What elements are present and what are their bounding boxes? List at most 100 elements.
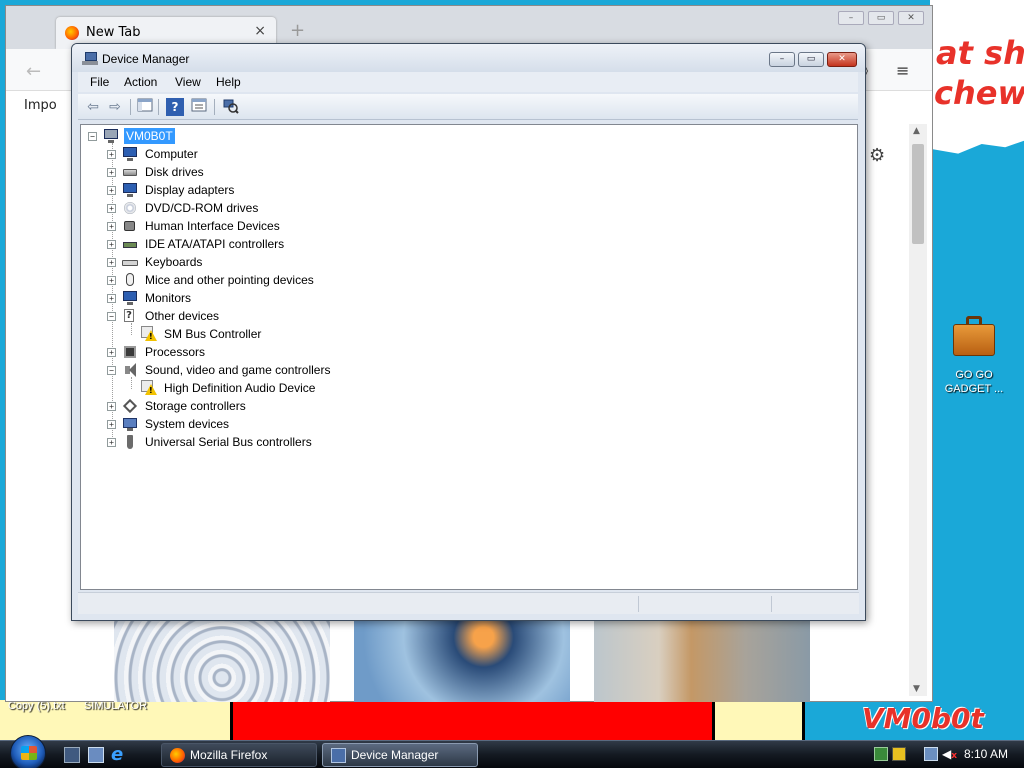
scroll-down-icon[interactable]: ▼: [913, 684, 920, 694]
device-tree[interactable]: − VM0B0T + Computer + Disk drives + Disp…: [80, 124, 858, 590]
maximize-button[interactable]: ▭: [798, 52, 824, 67]
expand-icon[interactable]: +: [107, 221, 116, 231]
taskbar: e Mozilla Firefox Device Manager ◀x 8:10…: [0, 735, 1024, 768]
scroll-up-icon[interactable]: ▲: [913, 126, 920, 136]
firefox-close-button[interactable]: ✕: [898, 11, 924, 25]
tree-item-hd-audio[interactable]: ! High Definition Audio Device: [141, 379, 317, 397]
expand-icon[interactable]: +: [107, 185, 116, 195]
tree-item-dvd-cdrom[interactable]: + DVD/CD-ROM drives: [107, 199, 260, 217]
collapse-icon[interactable]: −: [107, 311, 116, 321]
tree-root-row[interactable]: − VM0B0T: [88, 127, 175, 145]
speaker-icon: [122, 362, 138, 378]
close-button[interactable]: ✕: [827, 52, 857, 67]
arrow-left-icon[interactable]: ⇦: [84, 98, 102, 116]
tree-item-monitors[interactable]: + Monitors: [107, 289, 193, 307]
tray-warning-icon[interactable]: [892, 747, 906, 761]
wallpaper-thumbnail[interactable]: [354, 621, 570, 702]
menu-file[interactable]: File: [90, 75, 109, 89]
minimize-button[interactable]: –: [769, 52, 795, 67]
expand-icon[interactable]: +: [107, 437, 116, 447]
arrow-right-icon[interactable]: ⇨: [106, 98, 124, 116]
expand-icon[interactable]: +: [107, 347, 116, 357]
desktop-icon-go-go-gadget[interactable]: GO GO GADGET ...: [940, 316, 1008, 396]
tree-item-label: Computer: [145, 147, 198, 161]
hamburger-menu-icon[interactable]: ≡: [896, 61, 909, 80]
firefox-icon: [65, 26, 79, 40]
tree-item-label: Monitors: [145, 291, 192, 305]
tree-item-ide[interactable]: + IDE ATA/ATAPI controllers: [107, 235, 286, 253]
monitor-icon: [122, 290, 138, 306]
windows-logo-icon: [21, 746, 37, 760]
import-bookmarks-link[interactable]: Impo: [24, 98, 57, 113]
tree-item-label: Processors: [145, 345, 206, 359]
scrollbar-thumb[interactable]: [912, 144, 924, 244]
tree-item-processors[interactable]: + Processors: [107, 343, 207, 361]
show-desktop-icon[interactable]: [64, 747, 80, 763]
menu-action[interactable]: Action: [124, 75, 157, 89]
tree-item-label: Other devices: [145, 309, 220, 323]
window-title: Device Manager: [102, 52, 190, 66]
tree-item-label: Storage controllers: [145, 399, 246, 413]
tray-app-icon[interactable]: [874, 747, 888, 761]
tree-connector: [131, 377, 132, 389]
tree-item-hid[interactable]: + Human Interface Devices: [107, 217, 282, 235]
clock[interactable]: 8:10 AM: [964, 747, 1008, 761]
firefox-minimize-button[interactable]: –: [838, 11, 864, 25]
device-manager-titlebar[interactable]: Device Manager – ▭ ✕: [72, 44, 865, 72]
new-tab-icon[interactable]: +: [290, 20, 305, 41]
tree-item-label: Disk drives: [145, 165, 204, 179]
expand-icon[interactable]: +: [107, 239, 116, 249]
taskbar-button-device-manager[interactable]: Device Manager: [322, 743, 478, 767]
properties-icon[interactable]: [190, 98, 208, 116]
tree-item-system-devices[interactable]: + System devices: [107, 415, 231, 433]
gear-icon[interactable]: ⚙: [869, 145, 885, 166]
unknown-device-icon: ?: [122, 308, 138, 324]
menu-help[interactable]: Help: [216, 75, 241, 89]
help-icon[interactable]: ?: [166, 98, 184, 116]
expand-icon[interactable]: +: [107, 401, 116, 411]
collapse-icon[interactable]: −: [88, 131, 97, 141]
usb-icon: [122, 434, 138, 450]
expand-icon[interactable]: +: [107, 419, 116, 429]
system-tray: ◀x 8:10 AM: [868, 744, 1024, 766]
tree-item-other-devices[interactable]: − ? Other devices: [107, 307, 221, 325]
taskbar-button-firefox[interactable]: Mozilla Firefox: [161, 743, 317, 767]
switch-windows-icon[interactable]: [88, 747, 104, 763]
tree-item-usb[interactable]: + Universal Serial Bus controllers: [107, 433, 314, 451]
volume-muted-icon[interactable]: ◀x: [942, 747, 957, 761]
expand-icon[interactable]: +: [107, 275, 116, 285]
menu-view[interactable]: View: [175, 75, 201, 89]
scan-hardware-icon[interactable]: [222, 98, 240, 116]
console-tree-icon[interactable]: [136, 98, 154, 116]
tree-item-label: Sound, video and game controllers: [145, 363, 331, 377]
device-manager-window[interactable]: Device Manager – ▭ ✕ File Action View He…: [71, 43, 866, 621]
collapse-icon[interactable]: −: [107, 365, 116, 375]
tree-item-sm-bus-controller[interactable]: ! SM Bus Controller: [141, 325, 263, 343]
expand-icon[interactable]: +: [107, 167, 116, 177]
expand-icon[interactable]: +: [107, 149, 116, 159]
tree-item-display-adapters[interactable]: + Display adapters: [107, 181, 236, 199]
expand-icon[interactable]: +: [107, 257, 116, 267]
briefcase-icon: [953, 316, 995, 356]
network-icon[interactable]: [924, 747, 938, 761]
tree-item-keyboards[interactable]: + Keyboards: [107, 253, 204, 271]
wallpaper-thumbnail[interactable]: [114, 621, 330, 702]
wallpaper-thumbnail[interactable]: [594, 621, 810, 702]
firefox-scrollbar[interactable]: ▲ ▼: [909, 124, 927, 696]
firefox-maximize-button[interactable]: ▭: [868, 11, 894, 25]
wallpaper-signature: VM0b0t: [862, 702, 984, 735]
mouse-icon: [122, 272, 138, 288]
internet-explorer-icon[interactable]: e: [111, 746, 129, 764]
tree-item-sound[interactable]: − Sound, video and game controllers: [107, 361, 332, 379]
back-arrow-icon[interactable]: ←: [26, 61, 41, 82]
expand-icon[interactable]: +: [107, 293, 116, 303]
start-button[interactable]: [10, 735, 46, 768]
tree-item-disk-drives[interactable]: + Disk drives: [107, 163, 206, 181]
expand-icon[interactable]: +: [107, 203, 116, 213]
hid-icon: [122, 218, 138, 234]
tree-item-mice[interactable]: + Mice and other pointing devices: [107, 271, 316, 289]
tab-close-icon[interactable]: ×: [254, 23, 266, 39]
tree-item-computer[interactable]: + Computer: [107, 145, 200, 163]
tree-item-storage[interactable]: + Storage controllers: [107, 397, 248, 415]
display-adapter-icon: [122, 182, 138, 198]
